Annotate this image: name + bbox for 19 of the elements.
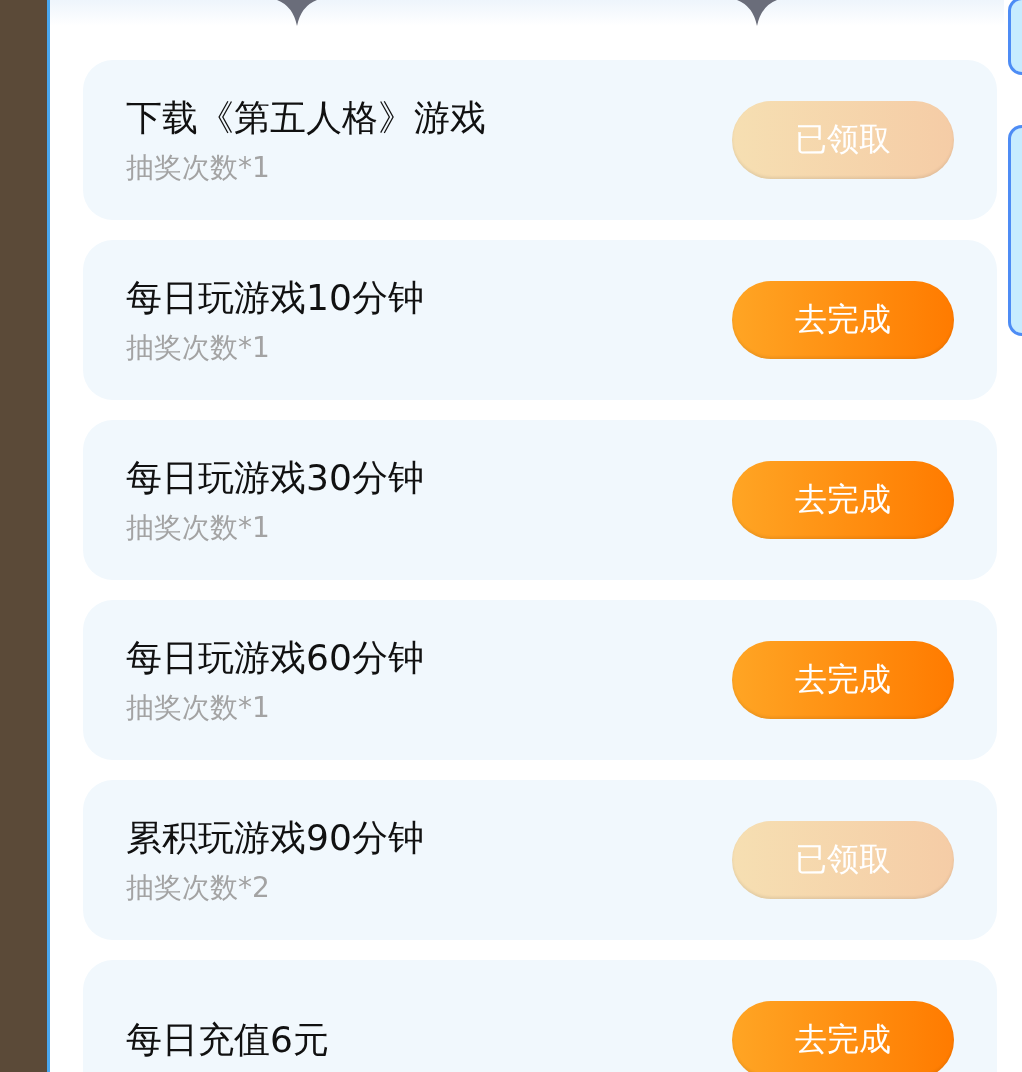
task-title: 每日玩游戏10分钟 <box>126 275 424 320</box>
reward-text: 抽奖次数*1 <box>126 689 271 726</box>
reward-text: 抽奖次数*2 <box>126 869 271 906</box>
task-title: 每日玩游戏60分钟 <box>126 635 424 680</box>
complete-button[interactable]: 去完成 <box>732 641 954 719</box>
reward-text: 抽奖次数*1 <box>126 509 271 546</box>
task-title: 每日玩游戏30分钟 <box>126 455 424 500</box>
task-title: 累积玩游戏90分钟 <box>126 815 424 860</box>
side-tab[interactable] <box>1008 0 1022 75</box>
complete-button[interactable]: 去完成 <box>732 281 954 359</box>
reward-text: 抽奖次数*1 <box>126 329 271 366</box>
task-title: 下载《第五人格》游戏 <box>126 95 486 140</box>
complete-button[interactable]: 去完成 <box>732 1001 954 1072</box>
complete-button[interactable]: 去完成 <box>732 461 954 539</box>
reward-text: 抽奖次数*1 <box>126 149 271 186</box>
side-tab[interactable] <box>1008 125 1022 336</box>
claimed-button[interactable]: 已领取 <box>732 821 954 899</box>
claimed-button[interactable]: 已领取 <box>732 101 954 179</box>
task-title: 每日充值6元 <box>126 1017 329 1062</box>
